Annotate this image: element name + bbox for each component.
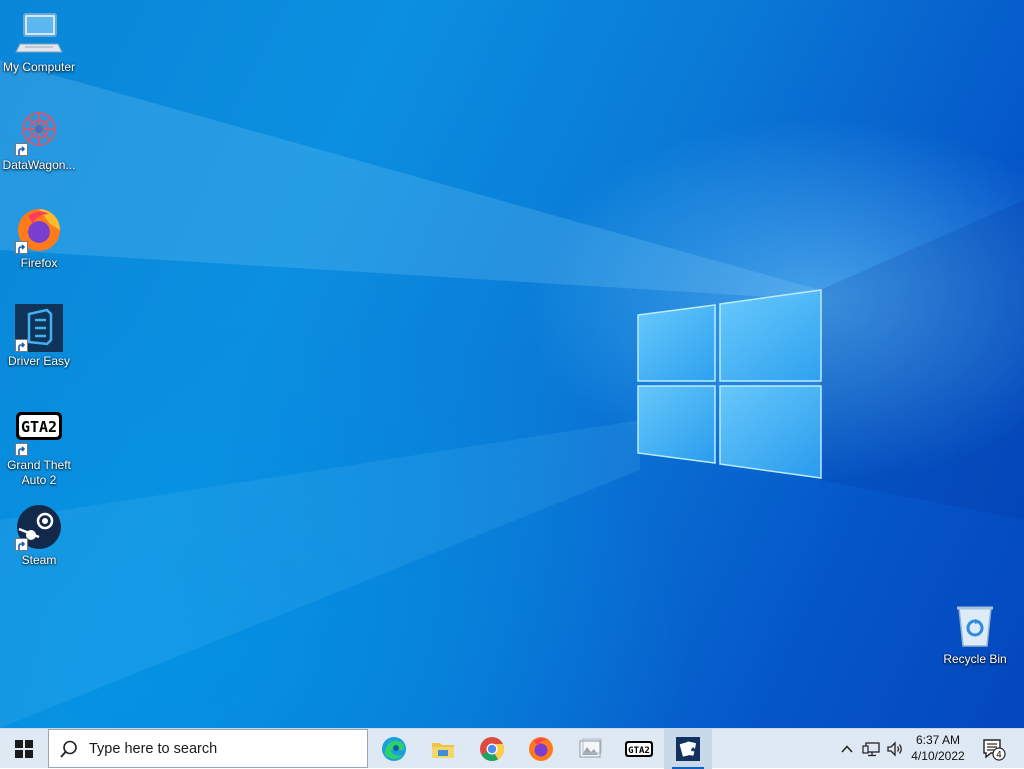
volume-icon	[887, 741, 902, 757]
clock[interactable]: 6:37 AM 4/10/2022	[904, 732, 972, 764]
windows-wallpaper-logo	[637, 289, 822, 479]
photo-viewer-icon	[579, 738, 602, 758]
svg-text:GTA2: GTA2	[21, 418, 57, 436]
clock-date: 4/10/2022	[911, 749, 965, 763]
firefox-icon	[15, 206, 63, 254]
desktop-icon-label: My Computer	[2, 60, 76, 74]
shortcut-arrow-icon	[15, 443, 28, 456]
network-button[interactable]	[860, 729, 882, 769]
clock-time: 6:37 AM	[915, 733, 961, 747]
steam-icon	[15, 503, 63, 551]
notification-count: 4	[996, 751, 1002, 761]
desktop-icon-recycle-bin[interactable]: Recycle Bin	[936, 602, 1014, 667]
desktop-icon-label: Grand Theft Auto 2	[7, 458, 71, 487]
action-center-button[interactable]: 4	[976, 729, 1010, 769]
volume-button[interactable]	[884, 729, 906, 769]
desktop-icon-label: DataWagon...	[2, 158, 76, 172]
gta2-icon: GTA2	[625, 741, 653, 757]
taskbar-app-gta2[interactable]: GTA2	[615, 729, 663, 769]
taskbar: Type here to search GTA2 ♠ 6:37 AM 4/10/…	[0, 728, 1024, 769]
wallpaper-light-beams	[0, 60, 1024, 728]
datawagon-icon	[15, 108, 63, 156]
computer-icon	[15, 10, 63, 58]
desktop-icon-firefox[interactable]: Firefox	[0, 206, 78, 271]
taskbar-app-chrome[interactable]	[468, 729, 516, 769]
desktop-icon-label: Steam	[21, 553, 57, 567]
desktop-icon-gta2[interactable]: GTA2 Grand Theft Auto 2	[0, 408, 78, 488]
desktop-icon-steam[interactable]: Steam	[0, 503, 78, 568]
search-icon	[49, 740, 89, 758]
desktop-icon-label: Driver Easy	[7, 354, 70, 368]
chrome-icon	[480, 737, 505, 762]
taskbar-app-firefox[interactable]	[517, 729, 565, 769]
show-hidden-icons-button[interactable]	[836, 729, 858, 769]
desktop-icon-datawagon[interactable]: DataWagon...	[0, 108, 78, 173]
gta2-icon: GTA2	[15, 408, 63, 456]
driver-easy-icon	[15, 304, 63, 352]
desktop-icon-my-computer[interactable]: My Computer	[0, 10, 78, 75]
chevron-up-icon	[841, 745, 853, 753]
search-placeholder: Type here to search	[89, 740, 218, 757]
taskbar-app-solitaire[interactable]: ♠	[664, 729, 712, 769]
network-icon	[862, 742, 880, 757]
taskbar-app-edge[interactable]	[370, 729, 418, 769]
firefox-icon	[529, 737, 553, 761]
start-button[interactable]	[0, 729, 48, 769]
taskbar-app-file-explorer[interactable]	[419, 729, 467, 769]
desktop[interactable]: My Computer DataWagon... Firefox Driver …	[0, 0, 1024, 728]
shortcut-arrow-icon	[15, 538, 28, 551]
desktop-icon-driver-easy[interactable]: Driver Easy	[0, 304, 78, 369]
search-box[interactable]: Type here to search	[48, 729, 368, 768]
taskbar-app-photos[interactable]	[566, 729, 614, 769]
shortcut-arrow-icon	[15, 143, 28, 156]
desktop-icon-label: Firefox	[20, 256, 58, 270]
notification-icon: 4	[983, 739, 1006, 761]
edge-icon	[382, 737, 406, 761]
svg-text:♠: ♠	[690, 746, 696, 754]
shortcut-arrow-icon	[15, 241, 28, 254]
file-explorer-icon	[432, 743, 454, 758]
shortcut-arrow-icon	[15, 339, 28, 352]
solitaire-icon: ♠	[676, 737, 700, 761]
windows-start-icon	[15, 740, 33, 758]
recycle-bin-icon	[951, 602, 999, 650]
desktop-icon-label: Recycle Bin	[943, 652, 1007, 666]
svg-text:GTA2: GTA2	[628, 746, 650, 756]
